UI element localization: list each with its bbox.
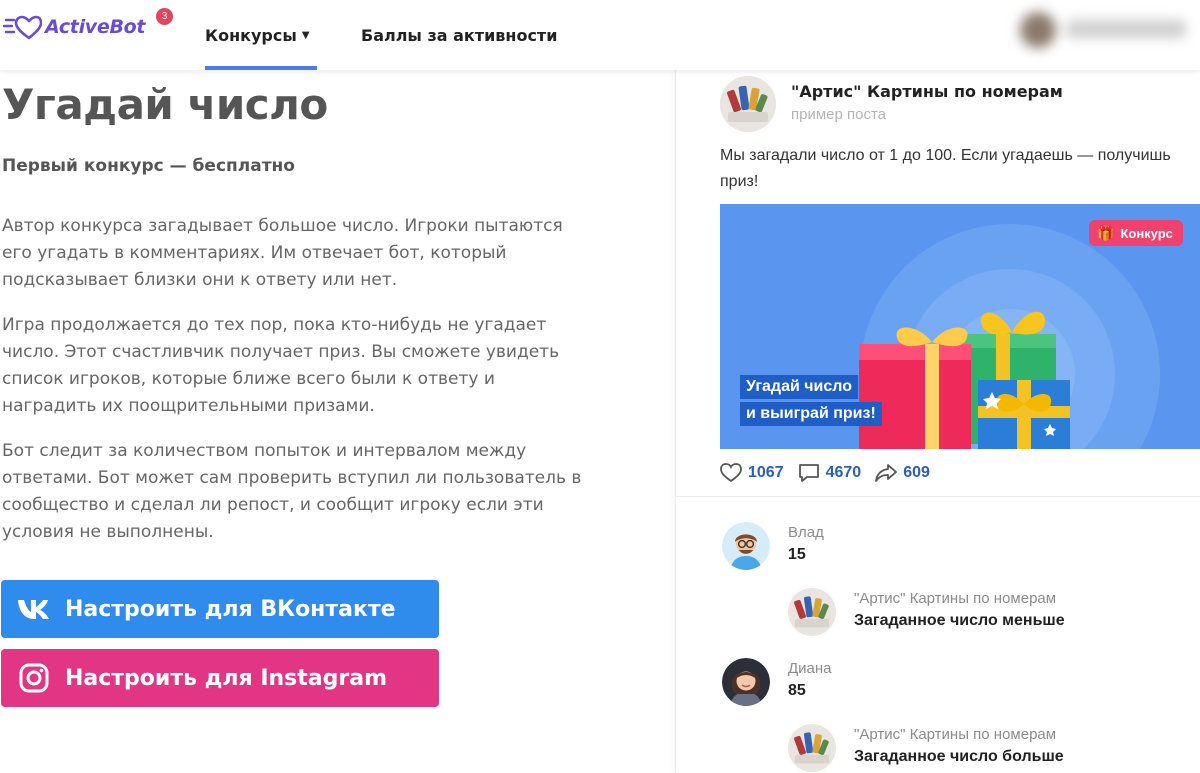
description-paragraph-2: Игра продолжается до тех пор, пока кто-н… [2, 315, 560, 416]
page-subtitle: Первый конкурс — бесплатно [2, 156, 295, 176]
active-tab-indicator [205, 66, 317, 70]
contest-badge: 🎁 Конкурс [1089, 220, 1183, 246]
user-menu[interactable] [1010, 6, 1200, 54]
page-title: Угадай число [2, 80, 328, 129]
comment-text: Загаданное число больше [854, 748, 1064, 765]
share-icon [875, 463, 898, 483]
avatar [722, 522, 770, 570]
user-name-blurred [1066, 20, 1186, 38]
comments-stat[interactable]: 4670 [798, 463, 862, 483]
shares-stat[interactable]: 609 [875, 463, 930, 483]
top-navbar: ActiveBot 3 Конкурсы ▼ Баллы за активнос… [0, 0, 1200, 70]
nav-contests-label: Конкурсы [205, 25, 297, 45]
setup-vk-label: Настроить для ВКонтакте [65, 596, 396, 622]
caret-down-icon: ▼ [301, 29, 310, 41]
avatar [722, 658, 770, 706]
post-author: "Артис" Картины по номерам [791, 82, 1063, 101]
banner-caption-1: Угадай число [740, 375, 858, 399]
comment-text: 15 [788, 546, 806, 563]
likes-count: 1067 [748, 464, 784, 481]
post-preview-panel: "Артис" Картины по номерам пример поста … [675, 70, 1200, 773]
avatar [1020, 12, 1056, 48]
gift-icon: 🎁 [1097, 224, 1115, 241]
community-avatar [788, 588, 836, 636]
description-paragraph-3: Бот следит за количеством попыток и инте… [2, 441, 582, 542]
setup-vk-button[interactable]: Настроить для ВКонтакте [1, 580, 439, 638]
description-paragraph-1: Автор конкурса загадывает большое число.… [2, 216, 563, 290]
shares-count: 609 [903, 464, 930, 481]
likes-stat[interactable]: 1067 [720, 463, 784, 483]
setup-instagram-button[interactable]: Настроить для Instagram [1, 649, 439, 707]
post-subtitle: пример поста [791, 106, 887, 123]
post-banner-image: 🎁 Конкурс Угадай число и выиграй приз! [720, 204, 1200, 449]
nav-points-label: Баллы за активности [361, 25, 558, 45]
logo-text: ActiveBot [45, 16, 146, 38]
nav-points[interactable]: Баллы за активности [361, 0, 557, 70]
logo[interactable]: ActiveBot 3 [2, 8, 173, 40]
comment-author: Диана [788, 660, 832, 677]
notification-badge: 3 [156, 8, 173, 25]
vk-icon [16, 594, 52, 624]
comment-author: "Артис" Картины по номерам [854, 590, 1057, 607]
comment-author: Влад [788, 524, 824, 541]
setup-instagram-label: Настроить для Instagram [65, 665, 387, 691]
post-text: Мы загадали число от 1 до 100. Если угад… [720, 147, 1171, 190]
community-avatar [788, 724, 836, 772]
nav-contests[interactable]: Конкурсы ▼ [205, 0, 317, 70]
divider [676, 496, 1200, 497]
comment-text: 85 [788, 682, 806, 699]
comment-author: "Артис" Картины по номерам [854, 726, 1057, 743]
heart-logo-icon [2, 15, 42, 40]
post-stats: 1067 4670 609 [720, 460, 944, 486]
contest-badge-label: Конкурс [1120, 225, 1173, 241]
comments-count: 4670 [825, 464, 862, 481]
instagram-icon [16, 663, 52, 693]
community-avatar [720, 76, 776, 132]
like-icon [720, 463, 742, 483]
comment-icon [798, 463, 820, 483]
comment-text: Загаданное число меньше [854, 612, 1065, 629]
banner-caption-2: и выиграй приз! [740, 402, 882, 426]
